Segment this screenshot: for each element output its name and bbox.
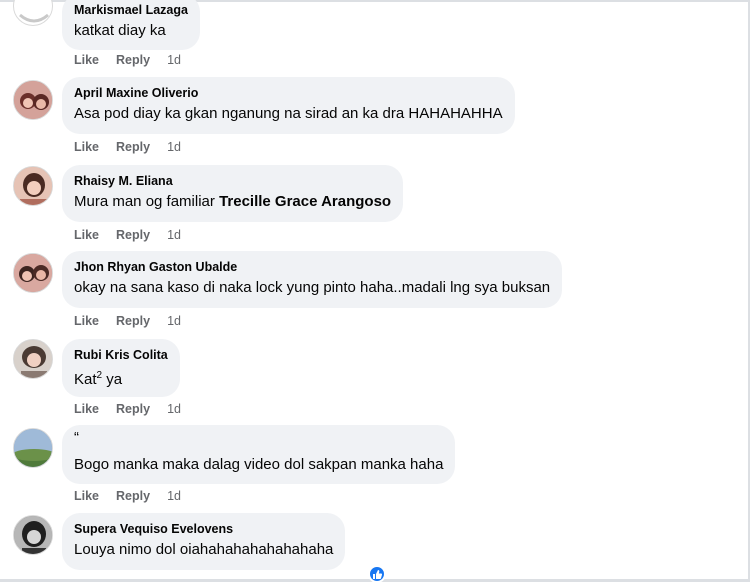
- comment-bubble: Markismael Lazaga katkat diay ka: [62, 0, 200, 50]
- reply-button[interactable]: Reply: [116, 228, 150, 242]
- comment-timestamp[interactable]: 1d: [167, 53, 181, 67]
- comment-text-body: Mura man og familiar: [74, 193, 215, 210]
- like-button[interactable]: Like: [74, 402, 99, 416]
- comment-text: Kat2 ya: [74, 365, 168, 390]
- avatar[interactable]: [13, 166, 53, 206]
- comment-text-suffix: ya: [102, 371, 123, 388]
- comment-text: Louya nimo dol oiahahahahahahahaha: [74, 541, 334, 558]
- reaction-like-icon[interactable]: [368, 565, 386, 583]
- comment-timestamp[interactable]: 1d: [167, 140, 181, 154]
- comment-timestamp[interactable]: 1d: [167, 314, 181, 328]
- comment-bubble: Rubi Kris Colita Kat2 ya: [62, 339, 180, 397]
- reply-button[interactable]: Reply: [116, 314, 150, 328]
- like-button[interactable]: Like: [74, 140, 99, 154]
- comment-bubble: April Maxine Oliverio Asa pod diay ka gk…: [62, 77, 515, 134]
- comment-author[interactable]: Rhaisy M. Eliana: [74, 173, 391, 189]
- comment-bubble: Jhon Rhyan Gaston Ubalde okay na sana ka…: [62, 251, 563, 308]
- comment-author[interactable]: Rubi Kris Colita: [74, 347, 168, 363]
- comment-text: okay na sana kaso di naka lock yung pint…: [74, 279, 551, 296]
- like-button[interactable]: Like: [74, 228, 99, 242]
- avatar[interactable]: [13, 253, 53, 293]
- avatar[interactable]: [13, 428, 53, 468]
- reply-button[interactable]: Reply: [116, 140, 150, 154]
- comment-author[interactable]: Supera Vequiso Evelovens: [74, 521, 333, 537]
- comment-timestamp[interactable]: 1d: [167, 489, 181, 503]
- avatar[interactable]: [13, 80, 53, 120]
- comment-text: Bogo manka maka dalag video dol sakpan m…: [74, 456, 444, 473]
- reply-button[interactable]: Reply: [116, 402, 150, 416]
- comment-bubble: Rhaisy M. Eliana Mura man og familiar Tr…: [62, 165, 404, 222]
- like-button[interactable]: Like: [74, 314, 99, 328]
- like-button[interactable]: Like: [74, 489, 99, 503]
- comment-bubble: “ Bogo manka maka dalag video dol sakpan…: [62, 425, 456, 484]
- comment-text: Mura man og familiar Trecille Grace Aran…: [74, 191, 391, 212]
- avatar[interactable]: [13, 0, 53, 26]
- comment-text: Asa pod diay ka gkan nganung na sirad an…: [74, 105, 503, 122]
- avatar[interactable]: [13, 339, 53, 379]
- comment-author[interactable]: Jhon Rhyan Gaston Ubalde: [74, 259, 550, 275]
- reply-button[interactable]: Reply: [116, 489, 150, 503]
- comment-text: katkat diay ka: [74, 22, 166, 39]
- like-button[interactable]: Like: [74, 53, 99, 67]
- avatar[interactable]: [13, 515, 53, 555]
- mention-link[interactable]: Trecille Grace Arangoso: [219, 193, 391, 210]
- comment-text-body: Kat: [74, 371, 97, 388]
- reply-button[interactable]: Reply: [116, 53, 150, 67]
- comment-timestamp[interactable]: 1d: [167, 402, 181, 416]
- comment-author[interactable]: Markismael Lazaga: [74, 2, 188, 18]
- comment-author[interactable]: “: [74, 430, 443, 445]
- comment-timestamp[interactable]: 1d: [167, 228, 181, 242]
- comment-author[interactable]: April Maxine Oliverio: [74, 85, 503, 101]
- comment-bubble: Supera Vequiso Evelovens Louya nimo dol …: [62, 513, 346, 570]
